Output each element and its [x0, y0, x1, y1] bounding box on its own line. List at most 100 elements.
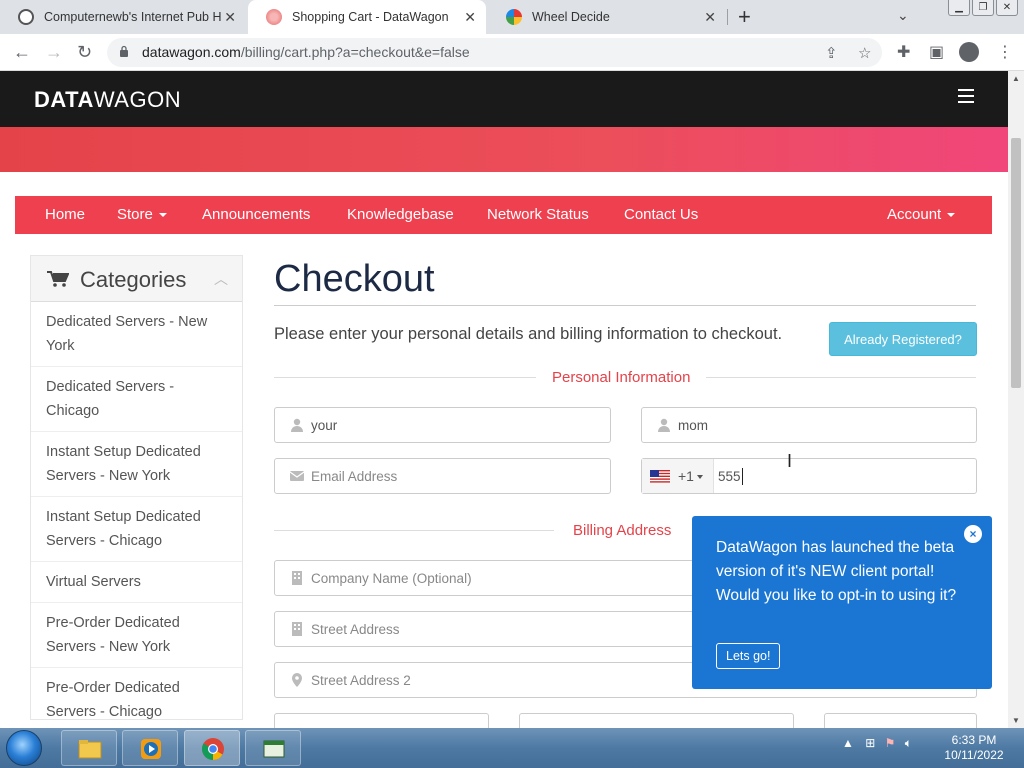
phone-field[interactable]: +1 555 [641, 458, 977, 494]
tab-title: Wheel Decide [532, 10, 610, 24]
postcode-field[interactable] [824, 713, 977, 728]
share-icon[interactable]: ⇪ [825, 44, 838, 62]
tab-computernewb[interactable]: Computernewb's Internet Pub Hä ✕ [0, 0, 246, 34]
system-tray: ▲ ⊞ ⚑ 🔈︎ [842, 736, 912, 751]
window-app-icon [263, 740, 285, 758]
windows-taskbar: ▲ ⊞ ⚑ 🔈︎ 6:33 PM 10/11/2022 [0, 728, 1024, 768]
media-player-taskbar-button[interactable] [122, 730, 178, 766]
building-icon [292, 622, 302, 636]
billing-address-heading: Billing Address [557, 522, 688, 539]
forward-icon[interactable]: → [45, 42, 63, 63]
favicon-icon [506, 9, 522, 25]
scrollbar-thumb[interactable] [1011, 138, 1021, 388]
nav-home[interactable]: Home [45, 206, 85, 223]
email-field[interactable]: Email Address [274, 458, 611, 494]
folder-icon [78, 740, 102, 759]
site-header: DATAWAGON [0, 71, 1008, 127]
window-controls: ▁ ❐ ✕ [948, 0, 1018, 16]
scroll-up-icon[interactable]: ▲ [1012, 74, 1020, 83]
building-icon [292, 571, 302, 585]
cart-icon [47, 271, 69, 287]
text-caret [742, 468, 743, 485]
tab-title: Computernewb's Internet Pub Hä [44, 10, 222, 24]
category-item[interactable]: Pre-Order Dedicated Servers - Chicago [31, 668, 242, 728]
checkout-intro: Please enter your personal details and b… [274, 325, 783, 343]
close-tab-icon[interactable]: ✕ [464, 9, 476, 26]
reload-icon[interactable]: ↻ [77, 42, 92, 63]
category-item[interactable]: Dedicated Servers - New York [31, 302, 242, 367]
taskbar-clock[interactable]: 6:33 PM 10/11/2022 [938, 733, 1010, 763]
url-text: datawagon.com/billing/cart.php?a=checkou… [142, 44, 470, 60]
extensions-icon[interactable]: ✚ [897, 42, 910, 62]
start-button[interactable] [6, 730, 42, 766]
tab-wheel-decide[interactable]: Wheel Decide ✕ [488, 0, 726, 34]
lets-go-button[interactable]: Lets go! [716, 643, 781, 669]
chevron-up-icon[interactable]: ︿ [214, 269, 228, 289]
divider [274, 305, 976, 306]
close-tab-icon[interactable]: ✕ [704, 9, 716, 26]
already-registered-button[interactable]: Already Registered? [829, 322, 977, 356]
app-taskbar-button[interactable] [245, 730, 301, 766]
new-tab-icon[interactable]: + [738, 4, 751, 30]
browser-menu-icon[interactable]: ⋮ [997, 42, 1013, 62]
last-name-field[interactable]: mom [641, 407, 977, 443]
category-item[interactable]: Virtual Servers [31, 562, 242, 603]
category-item[interactable]: Instant Setup Dedicated Servers - New Yo… [31, 432, 242, 497]
network-icon[interactable]: ⊞ [865, 736, 875, 750]
back-icon[interactable]: ← [13, 42, 31, 63]
side-panel-icon[interactable]: ▣ [929, 42, 944, 62]
tab-shopping-cart[interactable]: Shopping Cart - DataWagon ✕ [248, 0, 486, 34]
category-item[interactable]: Dedicated Servers - Chicago [31, 367, 242, 432]
nav-network-status[interactable]: Network Status [487, 206, 589, 223]
nav-contact-us[interactable]: Contact Us [624, 206, 698, 223]
user-icon [291, 418, 303, 432]
category-item[interactable]: Instant Setup Dedicated Servers - Chicag… [31, 497, 242, 562]
first-name-field[interactable]: your [274, 407, 611, 443]
browser-toolbar: ← → ↻ datawagon.com/billing/cart.php?a=c… [0, 34, 1024, 71]
site-logo[interactable]: DATAWAGON [34, 87, 181, 113]
show-hidden-icons-icon[interactable]: ▲ [842, 736, 854, 750]
hamburger-menu-icon[interactable] [958, 89, 974, 107]
chrome-taskbar-button[interactable] [184, 730, 240, 766]
category-item[interactable]: Pre-Order Dedicated Servers - New York [31, 603, 242, 668]
volume-icon[interactable]: 🔈︎ [905, 736, 912, 750]
lock-icon [120, 45, 128, 57]
personal-info-heading: Personal Information [536, 369, 707, 386]
categories-title: Categories [80, 267, 187, 292]
browser-tab-strip: Computernewb's Internet Pub Hä ✕ Shoppin… [0, 0, 1024, 34]
bookmark-star-icon[interactable]: ☆ [858, 44, 871, 62]
nav-knowledgebase[interactable]: Knowledgebase [347, 206, 454, 223]
country-code-select[interactable]: +1 [642, 459, 714, 493]
close-icon[interactable]: × [964, 525, 982, 543]
page-scrollbar[interactable]: ▲ ▼ [1008, 71, 1024, 728]
close-window-icon[interactable]: ✕ [996, 0, 1018, 16]
mouse-ibeam-cursor-icon: I [787, 451, 793, 471]
media-player-icon [141, 739, 161, 759]
profile-avatar-icon[interactable] [959, 42, 979, 62]
state-field[interactable] [519, 713, 794, 728]
scroll-down-icon[interactable]: ▼ [1012, 716, 1020, 725]
nav-announcements[interactable]: Announcements [202, 206, 310, 223]
close-tab-icon[interactable]: ✕ [224, 9, 236, 26]
categories-header[interactable]: Categories ︿ [31, 256, 242, 302]
categories-panel: Categories ︿ Dedicated Servers - New Yor… [30, 255, 243, 720]
favicon-icon [266, 9, 282, 25]
chevron-down-icon [696, 475, 703, 480]
address-bar[interactable]: datawagon.com/billing/cart.php?a=checkou… [107, 38, 882, 67]
map-marker-icon [292, 673, 302, 687]
explorer-taskbar-button[interactable] [61, 730, 117, 766]
divider [274, 530, 554, 531]
tab-search-icon[interactable]: ⌄ [897, 7, 909, 24]
nav-store[interactable]: Store [117, 206, 167, 223]
page-title: Checkout [274, 258, 435, 300]
web-page: DATAWAGON Home Store Announcements Knowl… [0, 71, 1008, 728]
hero-banner [0, 127, 1008, 172]
envelope-icon [290, 471, 304, 481]
phone-value: 555 [718, 469, 741, 484]
tab-title: Shopping Cart - DataWagon [292, 10, 449, 24]
action-center-icon[interactable]: ⚑ [885, 736, 896, 750]
city-field[interactable] [274, 713, 489, 728]
restore-icon[interactable]: ❐ [972, 0, 994, 16]
minimize-icon[interactable]: ▁ [948, 0, 970, 16]
nav-account[interactable]: Account [887, 206, 956, 223]
